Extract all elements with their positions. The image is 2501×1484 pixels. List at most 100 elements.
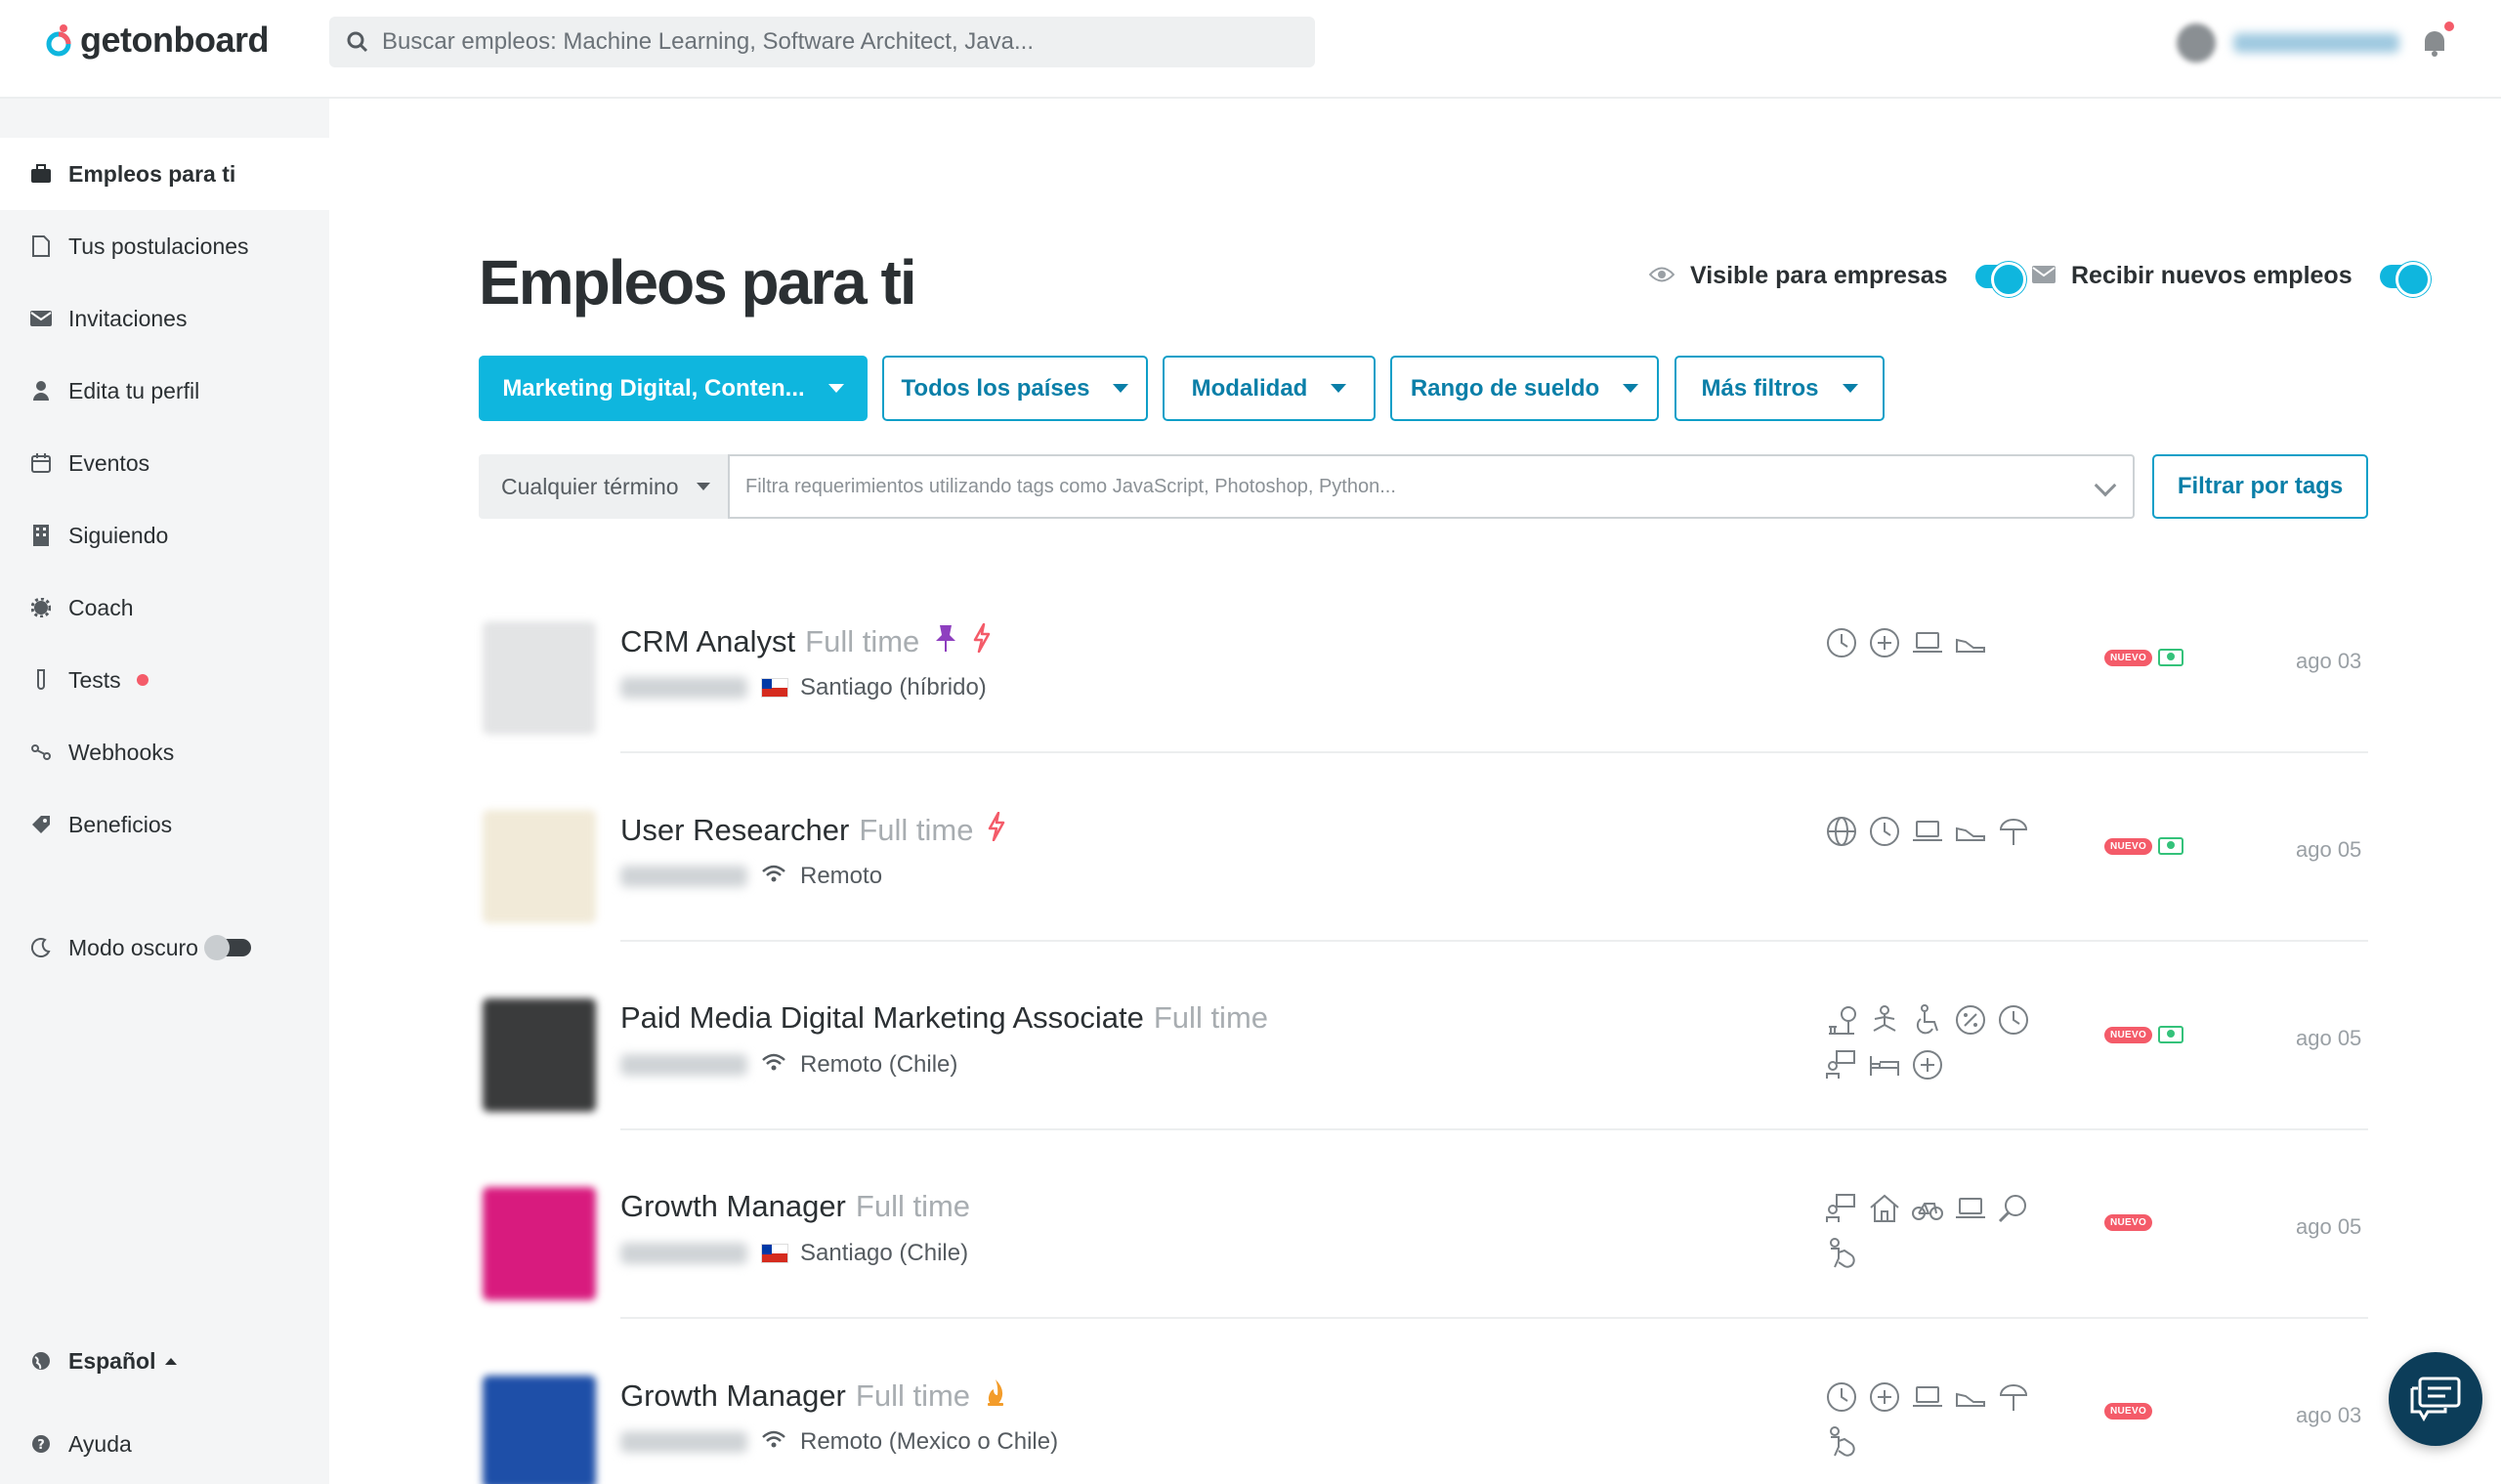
job-title-text: CRM Analyst [620,624,796,658]
new-badge: NUEVO [2104,1026,2153,1043]
job-title[interactable]: Growth Manager Full time [620,1378,1007,1415]
percent-icon [1956,1005,1985,1035]
company-logo[interactable] [483,1376,596,1484]
salary-icon [2158,649,2184,666]
category-filter-button[interactable]: Marketing Digital, Conten... [479,356,868,421]
company-logo[interactable] [483,810,596,923]
dark-mode-label: Modo oscuro [68,934,198,960]
baby-icon [1830,1238,1855,1268]
webhook-icon [29,741,53,764]
help-link[interactable]: ? Ayuda [0,1408,329,1480]
user-name-redacted[interactable] [2233,33,2399,53]
job-title[interactable]: Paid Media Digital Marketing Associate F… [620,1000,1268,1036]
job-meta: Santiago (Chile) [620,1240,968,1267]
sidebar-item-invitaciones[interactable]: Invitaciones [0,282,329,355]
caret-up-icon [165,1357,178,1365]
brand-logo[interactable]: getonboard [45,20,269,61]
job-location: Santiago (Chile) [800,1240,969,1266]
job-modality: Full time [805,624,920,658]
search-icon [1998,1195,2026,1223]
sidebar-item-label: Siguiendo [68,522,169,548]
job-card[interactable]: Growth Manager Full time Remoto (Mexico … [479,1319,2368,1484]
health-icon [1870,628,1899,657]
dark-mode-switch[interactable] [203,935,251,960]
mentoring-icon [1826,1194,1855,1222]
job-title[interactable]: CRM Analyst Full time [620,622,992,660]
sidebar-item-webhooks[interactable]: Webhooks [0,716,329,788]
job-title[interactable]: User Researcher Full time [620,811,1006,849]
briefcase-icon [29,162,53,186]
user-menu[interactable] [2177,21,2454,63]
job-card[interactable]: Growth Manager Full time Santiago (Chile… [479,1130,2368,1319]
sidebar-item-postulaciones[interactable]: Tus postulaciones [0,210,329,282]
tags-input[interactable] [745,475,2045,498]
new-badge: NUEVO [2104,1403,2153,1420]
health-icon [1913,1050,1942,1080]
job-card[interactable]: Paid Media Digital Marketing Associate F… [479,942,2368,1130]
clock-icon [1870,817,1899,846]
tags-filter-field[interactable] [728,454,2135,519]
receive-toggle[interactable] [2379,261,2431,297]
country-filter-button[interactable]: Todos los países [882,356,1148,421]
test-tube-icon [29,668,53,692]
calendar-icon [29,451,53,475]
company-name-redacted [620,1054,747,1076]
sidebar-item-label: Eventos [68,449,150,476]
document-icon [29,234,53,258]
sidebar-item-eventos[interactable]: Eventos [0,427,329,499]
caret-down-icon [827,384,844,393]
sidebar-item-siguiendo[interactable]: Siguiendo [0,499,329,572]
sidebar-item-coach[interactable]: Coach [0,572,329,644]
salary-filter-button[interactable]: Rango de sueldo [1390,356,1659,421]
home-icon [1870,1194,1899,1222]
building-icon [29,524,53,547]
avatar[interactable] [2177,23,2216,63]
term-match-select[interactable]: Cualquier término [479,454,728,519]
language-selector[interactable]: Español [0,1325,329,1397]
job-modality: Full time [1153,1000,1269,1035]
job-badges: NUEVO [2104,837,2184,855]
sidebar-item-tests[interactable]: Tests [0,644,329,716]
visible-toggle[interactable] [1974,261,2026,297]
sidebar-item-beneficios[interactable]: Beneficios [0,788,329,861]
lightning-icon [987,811,1006,849]
job-title[interactable]: Growth Manager Full time [620,1189,970,1224]
laptop-icon [1913,821,1942,841]
eye-icon [1648,262,1675,290]
sidebar-item-label: Empleos para ti [68,160,236,187]
more-filters-button[interactable]: Más filtros [1674,356,1885,421]
job-location: Santiago (híbrido) [800,674,987,700]
notifications-button[interactable] [2417,21,2454,61]
benefit-icons [1825,815,2050,848]
benefit-icons [1825,626,2050,659]
modality-filter-button[interactable]: Modalidad [1163,356,1376,421]
job-card[interactable]: CRM Analyst Full time Santiago (híbrido)… [479,565,2368,753]
filter-label: Rango de sueldo [1410,374,1600,402]
shoe-icon [1956,638,1985,653]
language-label: Español [68,1347,156,1374]
filter-label: Marketing Digital, Conten... [502,374,805,402]
shoe-icon [1956,827,1985,841]
chevron-down-icon[interactable] [2094,474,2117,497]
search-bar[interactable] [329,17,1315,67]
company-logo[interactable] [483,998,596,1112]
company-name-redacted [620,677,747,699]
search-icon [347,31,368,53]
sidebar-item-empleos[interactable]: Empleos para ti [0,138,329,210]
chile-flag-icon [761,1244,788,1263]
company-logo[interactable] [483,1187,596,1300]
chat-button[interactable] [2389,1352,2482,1446]
company-logo[interactable] [483,621,596,735]
globe-icon [1827,817,1856,846]
job-card[interactable]: User Researcher Full time Remoto NUEVO a… [479,753,2368,942]
filter-by-tags-button[interactable]: Filtrar por tags [2152,454,2368,519]
job-modality: Full time [855,1378,971,1413]
job-modality: Full time [855,1189,971,1223]
brand-name: getonboard [80,20,269,60]
dark-mode-toggle[interactable]: Modo oscuro [0,912,329,984]
sidebar-item-perfil[interactable]: Edita tu perfil [0,355,329,427]
job-badges: NUEVO [2104,649,2184,666]
search-input[interactable] [382,28,1291,56]
help-icon: ? [29,1432,53,1456]
notification-dot [2444,21,2454,31]
